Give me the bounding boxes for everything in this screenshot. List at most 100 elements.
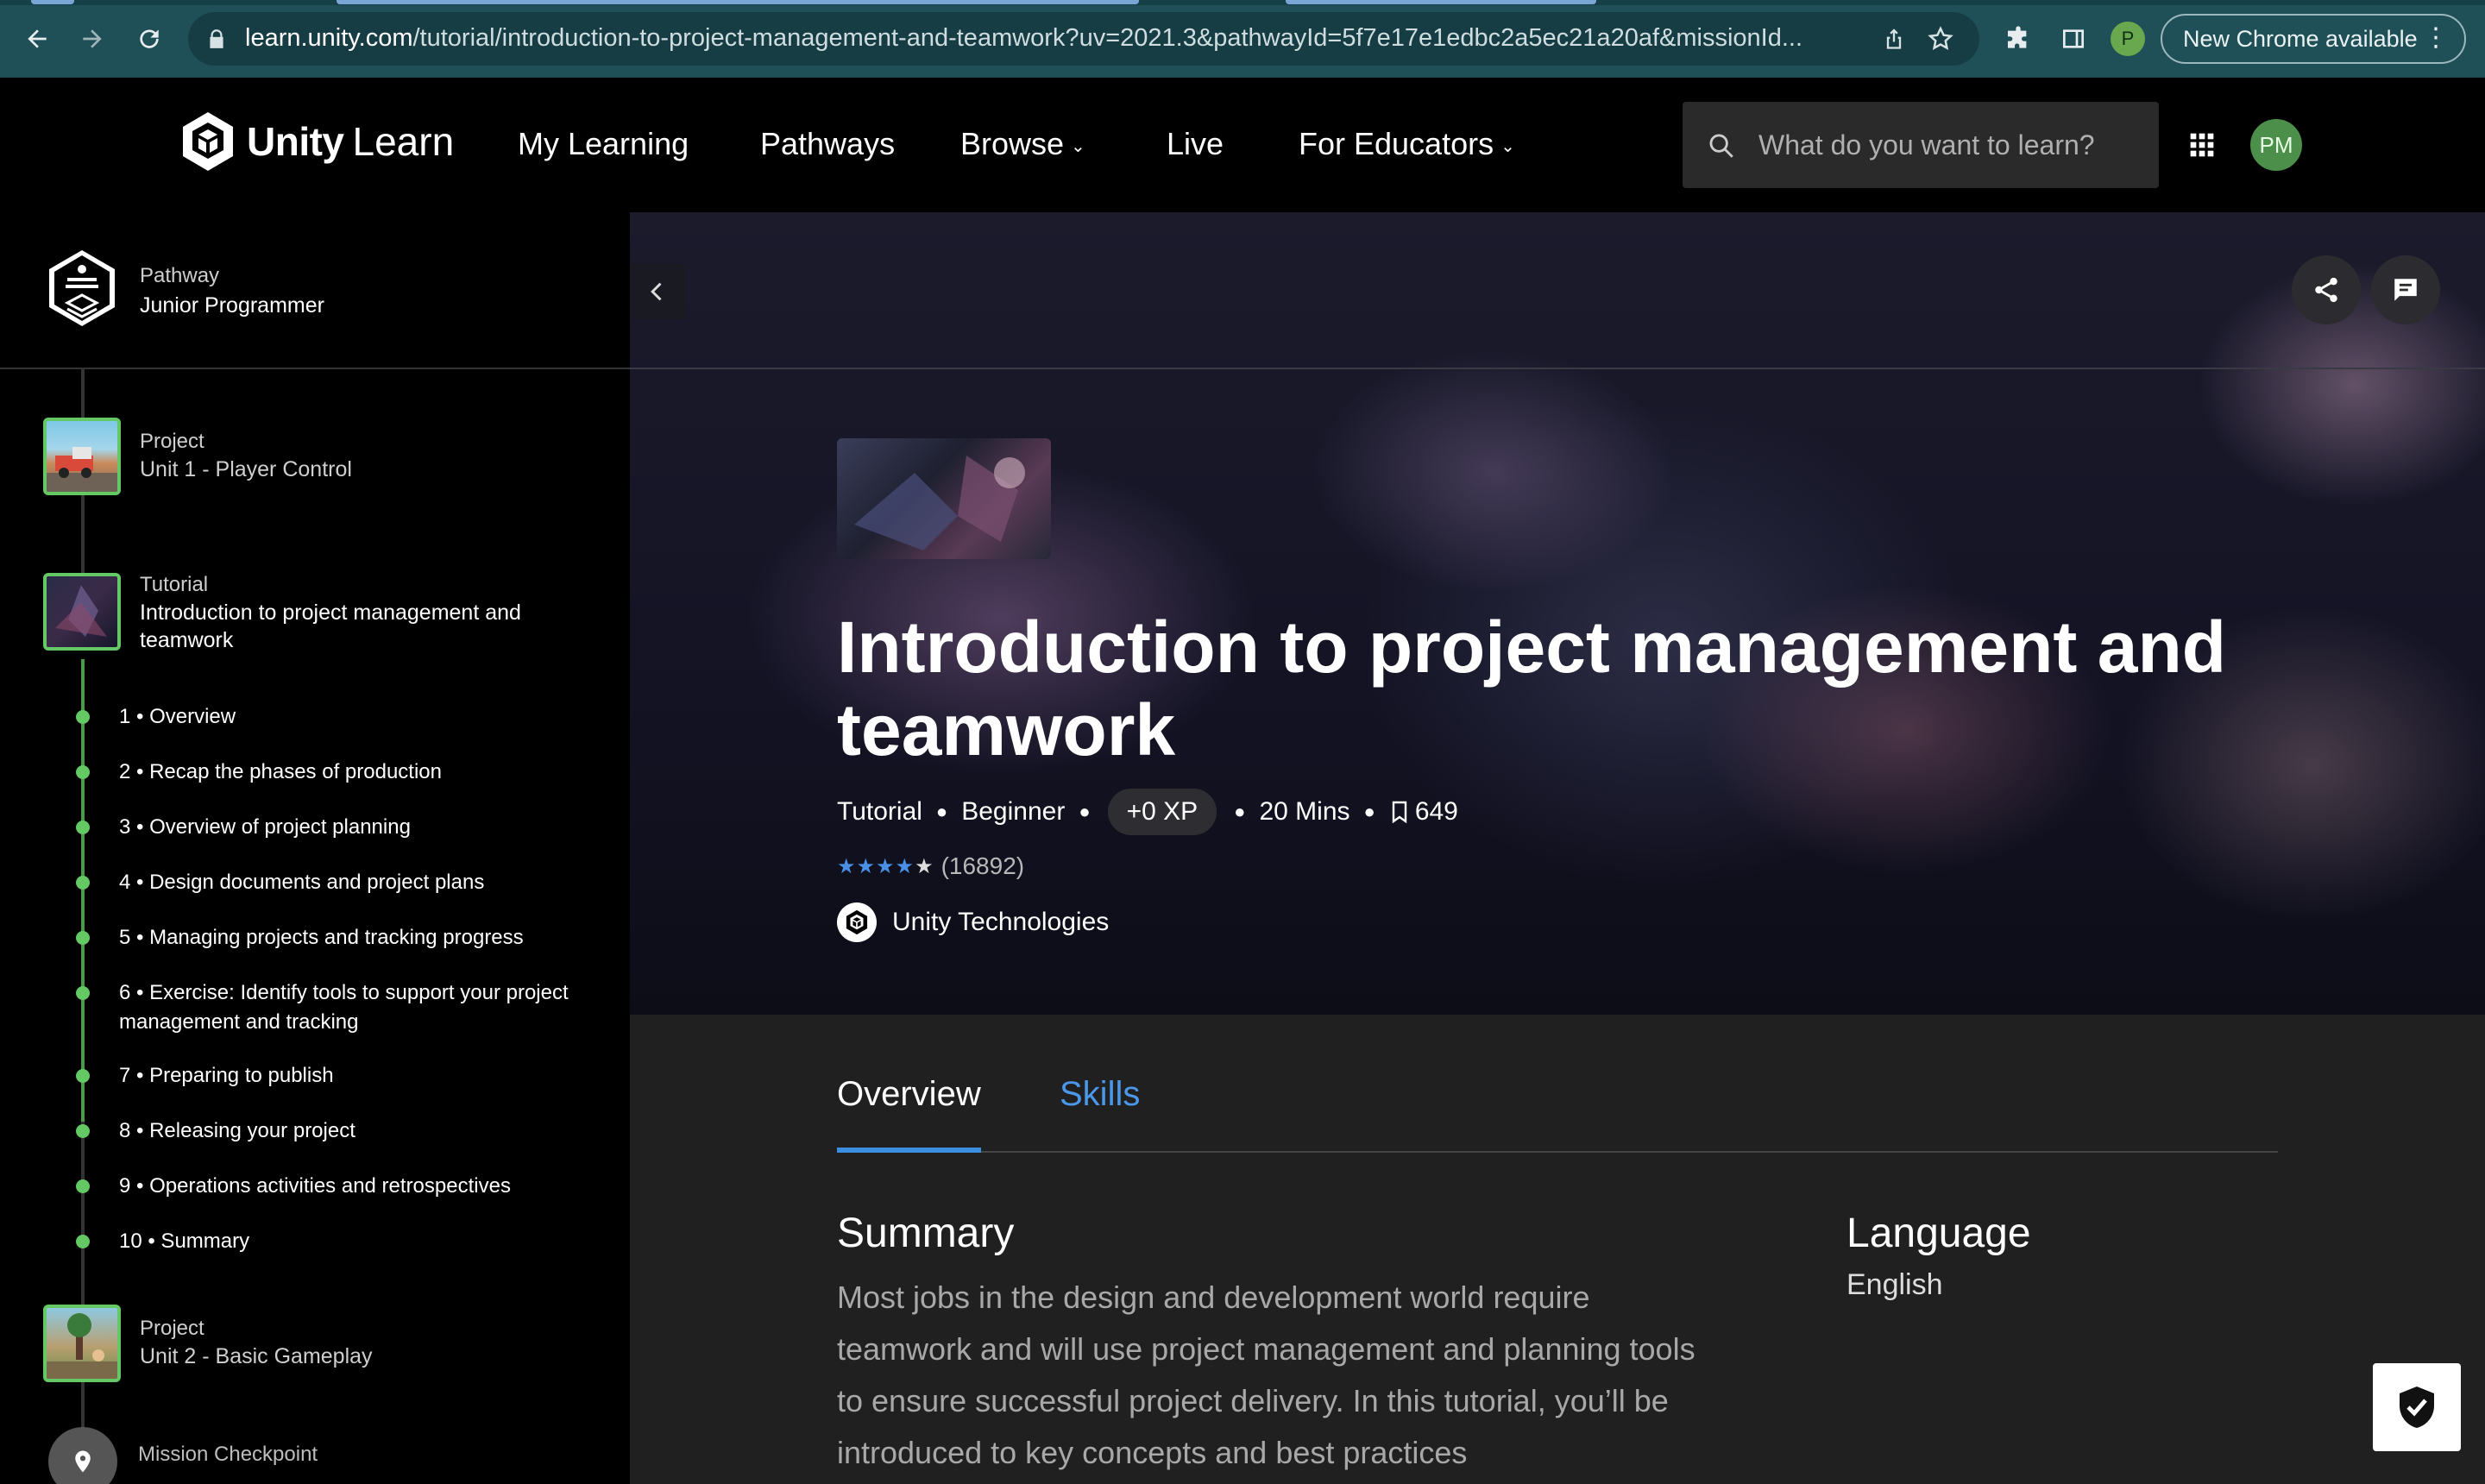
step-item-2[interactable]: 2 • Recap the phases of production <box>119 758 602 787</box>
share-page-icon[interactable] <box>1878 22 1910 55</box>
address-bar[interactable]: learn.unity.com/tutorial/introduction-to… <box>188 12 1979 66</box>
step-dot <box>76 1179 90 1193</box>
step-dot <box>76 710 90 724</box>
sidebar-item-unit1[interactable]: Project Unit 1 - Player Control <box>140 428 588 483</box>
tab-overview[interactable]: Overview <box>837 1075 981 1153</box>
step-item-5[interactable]: 5 • Managing projects and tracking progr… <box>119 923 602 953</box>
rating-stars-icon: ★★★★★ <box>837 854 934 878</box>
reload-icon[interactable] <box>129 19 169 59</box>
nav-pathways[interactable]: Pathways <box>760 126 895 162</box>
search-box[interactable] <box>1683 102 2159 188</box>
step-item-3[interactable]: 3 • Overview of project planning <box>119 813 602 842</box>
summary-text: Most jobs in the design and development … <box>837 1280 1695 1470</box>
nav-browse[interactable]: Browse ⌄ <box>960 126 1085 162</box>
unit2-thumbnail[interactable] <box>43 1305 121 1382</box>
comment-icon <box>2394 279 2417 301</box>
mission-checkpoint-icon[interactable] <box>48 1427 117 1484</box>
tutorial-type: Tutorial <box>140 573 209 596</box>
nav-my-learning[interactable]: My Learning <box>518 126 689 162</box>
search-input[interactable] <box>1758 123 2138 167</box>
chevron-down-icon: ⌄ <box>1500 136 1515 156</box>
meta-separator: ● <box>1363 801 1375 822</box>
language-heading: Language <box>1846 1210 2031 1256</box>
tab-indicator[interactable] <box>1286 0 1596 4</box>
step-dot <box>76 876 90 890</box>
privacy-shield-button[interactable] <box>2373 1363 2461 1451</box>
unity-learn-logo[interactable]: Unity Learn <box>179 110 454 173</box>
url-text[interactable]: learn.unity.com/tutorial/introduction-to… <box>245 24 1910 53</box>
nav-for-educators[interactable]: For Educators ⌄ <box>1299 126 1515 162</box>
logo-learn-text: Learn <box>352 119 455 164</box>
pathway-name: Junior Programmer <box>140 293 324 318</box>
tutorial-thumbnail-large <box>837 438 1051 559</box>
checkpoint-label[interactable]: Mission Checkpoint <box>138 1443 318 1467</box>
unit2-type: Project <box>140 1317 204 1340</box>
star-icon[interactable] <box>1924 22 1957 55</box>
user-avatar[interactable]: PM <box>2250 119 2302 171</box>
step-item-7[interactable]: 7 • Preparing to publish <box>119 1061 602 1091</box>
meta-bookmark-count: 649 <box>1414 797 1458 826</box>
collapse-sidebar-button[interactable] <box>630 264 685 319</box>
summary-heading: Summary <box>837 1210 1015 1256</box>
nav-live[interactable]: Live <box>1167 126 1224 162</box>
step-dot <box>76 765 90 779</box>
logo-unity-text: Unity <box>247 119 344 164</box>
step-item-9[interactable]: 9 • Operations activities and retrospect… <box>119 1172 602 1201</box>
step-item-8[interactable]: 8 • Releasing your project <box>119 1116 602 1146</box>
rating-count: (16892) <box>941 852 1025 879</box>
step-dot <box>76 1235 90 1248</box>
forward-icon[interactable] <box>72 19 112 59</box>
back-icon[interactable] <box>17 19 57 59</box>
sidebar-item-tutorial[interactable]: Tutorial Introduction to project managem… <box>140 571 588 654</box>
pathway-header[interactable]: Pathway Junior Programmer <box>0 212 630 369</box>
tab-indicator[interactable] <box>31 0 74 4</box>
nav-for-educators-label: For Educators <box>1299 126 1494 161</box>
active-tab-indicator[interactable] <box>337 0 1139 4</box>
meta-xp-badge: +0 XP <box>1107 789 1217 835</box>
step-item-4[interactable]: 4 • Design documents and project plans <box>119 868 602 897</box>
unit2-name: Unit 2 - Basic Gameplay <box>140 1344 373 1368</box>
new-chrome-button[interactable]: New Chrome available ⋮ <box>2161 14 2466 64</box>
tutorial-name: Introduction to project management and t… <box>140 601 521 652</box>
search-icon <box>1709 134 1733 158</box>
tutorial-content: Overview Skills Summary Most jobs in the… <box>630 1015 2485 1484</box>
bookmark-icon[interactable] <box>1389 801 1410 823</box>
unity-author-icon <box>837 902 877 942</box>
unity-cube-icon <box>183 112 233 171</box>
unit1-thumbnail[interactable] <box>43 418 121 495</box>
timeline-progress-line <box>81 659 85 1122</box>
lock-icon[interactable] <box>205 28 228 50</box>
meta-separator: ● <box>935 801 948 822</box>
step-item-1[interactable]: 1 • Overview <box>119 702 602 732</box>
rating[interactable]: ★★★★★ (16892) <box>837 852 1024 880</box>
unit1-type: Project <box>140 430 204 453</box>
step-item-6[interactable]: 6 • Exercise: Identify tools to support … <box>119 978 602 1037</box>
meta-level: Beginner <box>961 797 1066 826</box>
step-dot <box>76 986 90 1000</box>
apps-grid-icon[interactable] <box>2188 131 2216 159</box>
tab-skills[interactable]: Skills <box>1060 1075 1140 1151</box>
profile-avatar[interactable]: P <box>2111 22 2145 56</box>
extension-icon[interactable] <box>2000 21 2036 57</box>
language-value: English <box>1846 1268 1943 1301</box>
share-button[interactable] <box>2292 255 2361 324</box>
step-dot <box>76 1124 90 1138</box>
pathway-type: Pathway <box>140 264 220 287</box>
nav-browse-label: Browse <box>960 126 1065 161</box>
chevron-down-icon: ⌄ <box>1071 136 1085 156</box>
step-item-10[interactable]: 10 • Summary <box>119 1227 602 1256</box>
tab-strip <box>0 0 2485 5</box>
tutorial-hero: Introduction to project management and t… <box>630 212 2485 1015</box>
browser-toolbar: learn.unity.com/tutorial/introduction-to… <box>0 0 2485 78</box>
sidepanel-icon[interactable] <box>2055 21 2092 57</box>
tutorial-thumbnail[interactable] <box>43 573 121 651</box>
author-name: Unity Technologies <box>892 908 1110 936</box>
sidebar-item-unit2[interactable]: Project Unit 2 - Basic Gameplay <box>140 1315 588 1370</box>
share-icon <box>2315 277 2337 303</box>
meta-type: Tutorial <box>837 797 922 826</box>
step-dot <box>76 931 90 945</box>
author[interactable]: Unity Technologies <box>837 902 1109 942</box>
meta-duration: 20 Mins <box>1259 797 1350 826</box>
kebab-menu-icon[interactable]: ⋮ <box>2423 22 2449 53</box>
comments-button[interactable] <box>2371 255 2440 324</box>
